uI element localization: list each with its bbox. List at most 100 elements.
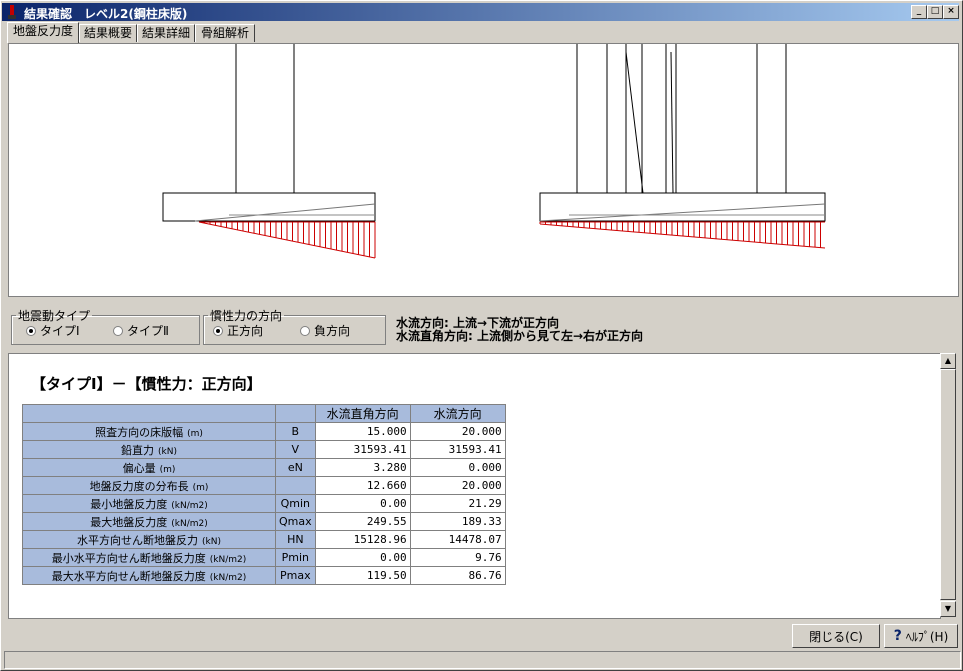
row-label-text: 最大水平方向せん断地盤反力度	[51, 569, 206, 583]
scroll-thumb[interactable]	[940, 369, 956, 600]
table-row: 偏心量 (m) eN 3.280 0.000	[22, 458, 506, 477]
row-symbol: B	[275, 422, 316, 441]
maximize-button[interactable]: □	[927, 5, 943, 19]
value-flow: 86.76	[409, 566, 506, 585]
tab-result-detail[interactable]: 結果詳細	[137, 24, 195, 42]
radio-unchecked-icon	[300, 325, 310, 336]
left-reaction-distribution	[198, 221, 376, 259]
row-label: 地盤反力度の分布長 (m)	[22, 476, 276, 495]
tab-ground-reaction[interactable]: 地盤反力度	[7, 22, 79, 43]
close-window-button[interactable]: ×	[943, 5, 959, 19]
row-label: 水平方向せん断地盤反力 (kN)	[22, 530, 276, 549]
tab-frame-analysis[interactable]: 骨組解析	[195, 24, 255, 42]
column-header: 水流方向	[409, 404, 506, 423]
radio-checked-icon	[213, 325, 223, 336]
row-unit: (kN/m2)	[171, 518, 208, 529]
row-label: 最大地盤反力度 (kN/m2)	[22, 512, 276, 531]
row-symbol: Qmin	[275, 494, 316, 513]
radio-type-2-label: タイプⅡ	[127, 324, 169, 338]
left-foundation-diagram	[162, 44, 376, 222]
row-label-text: 水平方向せん断地盤反力	[77, 533, 199, 547]
row-label: 最大水平方向せん断地盤反力度 (kN/m2)	[22, 566, 276, 585]
right-reaction-distribution	[539, 221, 826, 249]
row-unit: (kN/m2)	[171, 500, 208, 511]
row-label-text: 偏心量	[122, 461, 156, 475]
row-unit: (kN/m2)	[209, 554, 247, 565]
column-header: 水流直角方向	[314, 404, 411, 423]
row-label: 最小水平方向せん断地盤反力度 (kN/m2)	[22, 548, 276, 567]
row-unit: (kN/m2)	[209, 572, 247, 583]
table-header-row: 水流直角方向 水流方向	[22, 404, 506, 423]
window-title: 結果確認 レベル2(鋼柱床版)	[24, 7, 188, 21]
radio-type-2[interactable]: タイプⅡ	[113, 322, 169, 339]
help-button[interactable]: ? ﾍﾙﾌﾟ(H)	[884, 624, 958, 648]
table-row: 照査方向の床版幅 (m) B 15.000 20.000	[22, 422, 506, 441]
radio-checked-icon	[26, 325, 36, 336]
value-flow: 14478.07	[409, 530, 506, 549]
value-perpendicular: 0.00	[314, 494, 411, 513]
row-symbol: Pmax	[275, 566, 316, 585]
scroll-up-arrow-icon[interactable]: ▲	[940, 353, 956, 369]
scroll-down-arrow-icon[interactable]: ▼	[940, 601, 956, 617]
row-label-text: 鉛直力	[121, 443, 155, 457]
radio-negative-label: 負方向	[314, 324, 351, 338]
table-row: 最大地盤反力度 (kN/m2) Qmax 249.55 189.33	[22, 512, 506, 531]
table-row: 水平方向せん断地盤反力 (kN) HN 15128.96 14478.07	[22, 530, 506, 549]
result-panel: 【タイプⅠ】－【慣性力：正方向】 水流直角方向 水流方向 照査方向の床版幅 (m)…	[8, 353, 941, 619]
value-perpendicular: 31593.41	[314, 440, 411, 459]
row-symbol: V	[275, 440, 316, 459]
help-icon: ?	[893, 628, 902, 644]
radio-type-1[interactable]: タイプⅠ	[26, 322, 80, 339]
row-label-text: 最小地盤反力度	[90, 497, 168, 511]
radio-negative[interactable]: 負方向	[300, 322, 350, 339]
result-window: 結果確認 レベル2(鋼柱床版) _ □ × 地盤反力度 結果概要 結果詳細 骨組…	[0, 0, 963, 671]
tab-result-summary[interactable]: 結果概要	[79, 24, 137, 42]
table-row: 地盤反力度の分布長 (m) 12.660 20.000	[22, 476, 506, 495]
value-perpendicular: 0.00	[314, 548, 411, 567]
vertical-scrollbar[interactable]: ▲ ▼	[940, 353, 956, 617]
value-flow: 31593.41	[409, 440, 506, 459]
minimize-button[interactable]: _	[911, 5, 927, 19]
row-symbol: eN	[275, 458, 316, 477]
row-label-text: 最小水平方向せん断地盤反力度	[51, 551, 206, 565]
result-heading: 【タイプⅠ】－【慣性力：正方向】	[31, 375, 262, 393]
value-flow: 20.000	[409, 476, 506, 495]
perpendicular-direction-note: 水流直角方向: 上流側から見て左→右が正方向	[396, 329, 644, 343]
title-bar[interactable]: 結果確認 レベル2(鋼柱床版) _ □ ×	[2, 3, 959, 21]
row-label: 照査方向の床版幅 (m)	[22, 422, 276, 441]
row-label-text: 最大地盤反力度	[90, 515, 168, 529]
right-foundation-diagram	[539, 44, 826, 222]
help-button-label: ﾍﾙﾌﾟ(H)	[905, 629, 949, 644]
option-panel: 地震動タイプ タイプⅠ タイプⅡ 慣性力の方向 正方向 負方向 水流方向: 上流…	[8, 298, 957, 352]
row-unit: (kN)	[158, 446, 177, 457]
table-row: 最小地盤反力度 (kN/m2) Qmin 0.00 21.29	[22, 494, 506, 513]
row-unit: (m)	[159, 464, 176, 475]
close-button-label: 閉じる(C)	[809, 629, 863, 644]
value-flow: 21.29	[409, 494, 506, 513]
value-perpendicular: 15.000	[314, 422, 411, 441]
value-flow: 20.000	[409, 422, 506, 441]
row-label: 鉛直力 (kN)	[22, 440, 276, 459]
value-perpendicular: 12.660	[314, 476, 411, 495]
row-symbol: HN	[275, 530, 316, 549]
table-row: 最小水平方向せん断地盤反力度 (kN/m2) Pmin 0.00 9.76	[22, 548, 506, 567]
table-row: 鉛直力 (kN) V 31593.41 31593.41	[22, 440, 506, 459]
header-symbol-blank	[275, 404, 316, 423]
row-symbol: Pmin	[275, 548, 316, 567]
close-button[interactable]: 閉じる(C)	[792, 624, 880, 648]
row-symbol	[275, 476, 316, 495]
value-perpendicular: 3.280	[314, 458, 411, 477]
radio-unchecked-icon	[113, 325, 123, 336]
table-row: 最大水平方向せん断地盤反力度 (kN/m2) Pmax 119.50 86.76	[22, 566, 506, 585]
row-label: 最小地盤反力度 (kN/m2)	[22, 494, 276, 513]
radio-positive[interactable]: 正方向	[213, 322, 263, 339]
reaction-diagram-panel	[8, 43, 959, 297]
reaction-diagram	[162, 44, 826, 259]
status-bar	[4, 651, 961, 669]
radio-positive-label: 正方向	[227, 324, 264, 338]
value-perpendicular: 249.55	[314, 512, 411, 531]
app-icon	[8, 5, 16, 19]
result-table: 水流直角方向 水流方向 照査方向の床版幅 (m) B 15.000 20.000 鉛直力(…	[22, 404, 506, 585]
radio-type-1-label: タイプⅠ	[40, 324, 80, 338]
row-symbol: Qmax	[275, 512, 316, 531]
